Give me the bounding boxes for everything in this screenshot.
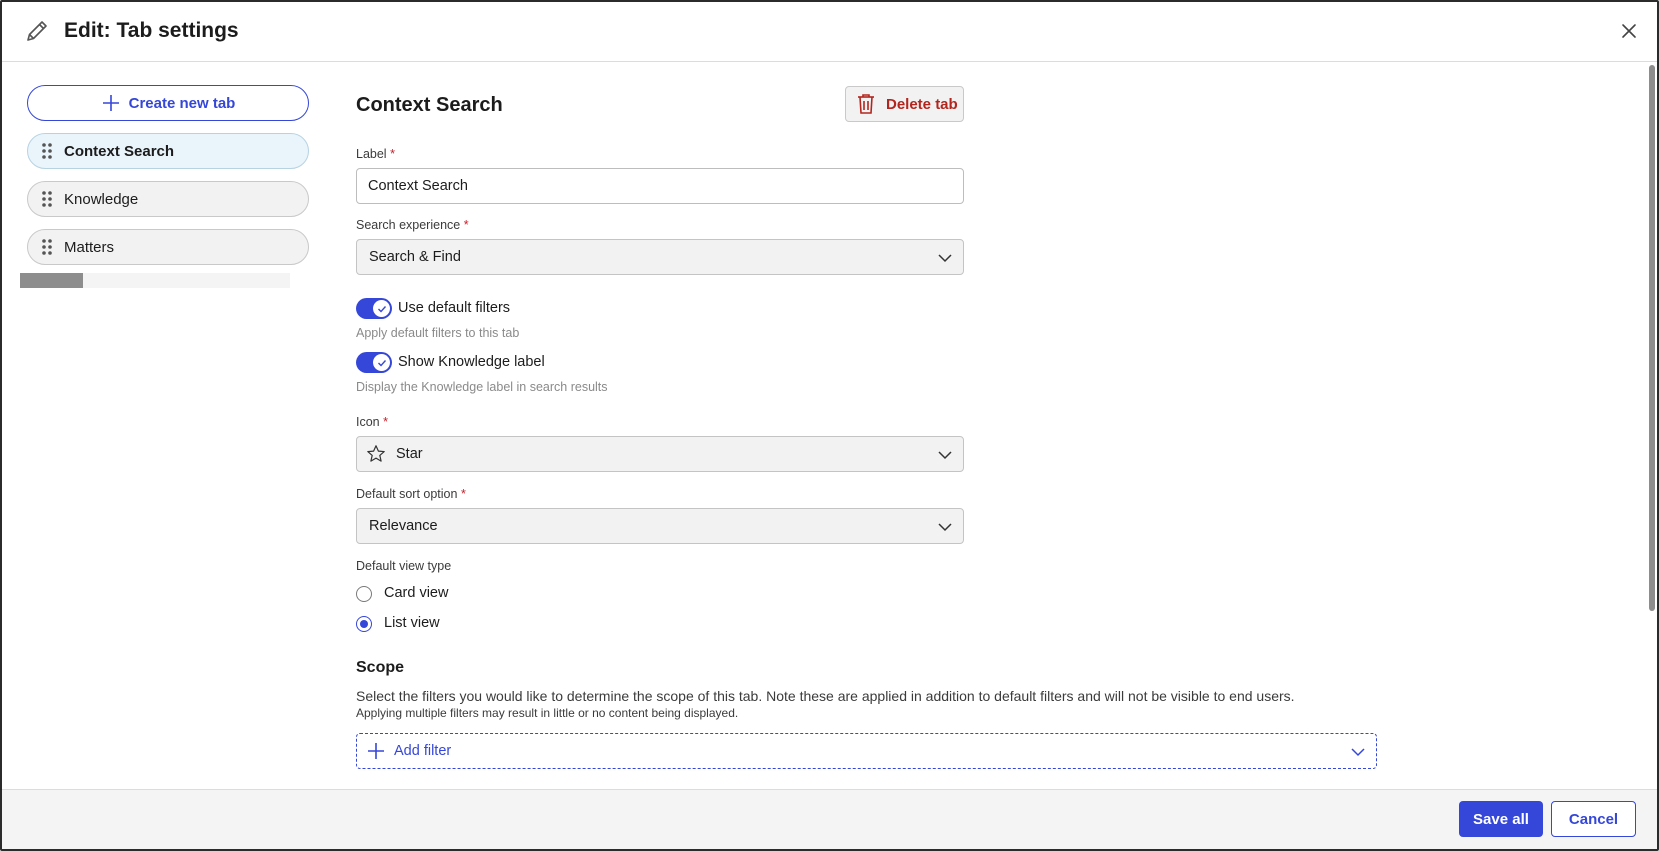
close-icon[interactable] (1618, 20, 1640, 42)
card-view-label: Card view (384, 585, 449, 601)
required-marker: * (390, 147, 395, 161)
tab-settings-dialog: Edit: Tab settings Create new tab Contex… (0, 0, 1659, 851)
add-filter-button[interactable]: Add filter (356, 733, 1377, 769)
label-input[interactable]: Context Search (356, 168, 964, 204)
show-knowledge-label-help: Display the Knowledge label in search re… (356, 380, 608, 394)
sidebar-item-label: Matters (64, 238, 115, 256)
drag-handle-icon[interactable] (41, 142, 53, 160)
sidebar-item-label: Context Search (64, 142, 175, 160)
create-new-tab-label: Create new tab (128, 94, 236, 112)
check-icon (377, 305, 386, 313)
list-view-label: List view (384, 615, 440, 631)
delete-tab-label: Delete tab (886, 95, 958, 113)
icon-select-value: Star (396, 446, 423, 462)
plus-icon (368, 743, 384, 759)
chevron-down-icon (938, 451, 952, 460)
required-marker: * (460, 487, 466, 501)
dialog-header: Edit: Tab settings (2, 2, 1657, 62)
label-field-label: Label * (356, 147, 395, 161)
drag-handle-icon[interactable] (41, 190, 53, 208)
sidebar-scrollbar-thumb[interactable] (20, 273, 83, 288)
drag-handle-icon[interactable] (41, 238, 53, 256)
check-icon (377, 359, 386, 367)
add-filter-label: Add filter (394, 743, 452, 759)
search-experience-select[interactable]: Search & Find (356, 239, 964, 275)
trash-icon (858, 94, 874, 114)
sidebar-item-knowledge[interactable]: Knowledge (27, 181, 309, 217)
content-scrollbar-thumb[interactable] (1649, 65, 1655, 611)
use-default-filters-help: Apply default filters to this tab (356, 326, 520, 340)
dialog-footer (2, 789, 1657, 849)
star-icon (367, 445, 385, 462)
chevron-down-icon (938, 523, 952, 532)
show-knowledge-label-label: Show Knowledge label (398, 354, 545, 370)
default-view-label: Default view type (356, 559, 452, 573)
scope-title: Scope (356, 659, 405, 676)
card-view-radio[interactable] (356, 586, 372, 602)
default-sort-select[interactable]: Relevance (356, 508, 964, 544)
scope-note: Applying multiple filters may result in … (356, 706, 739, 720)
chevron-down-icon (938, 254, 952, 263)
delete-tab-button[interactable]: Delete tab (845, 86, 964, 122)
default-sort-value: Relevance (369, 518, 438, 534)
list-view-radio[interactable] (356, 616, 372, 632)
use-default-filters-toggle[interactable] (356, 298, 392, 319)
required-marker: * (463, 218, 469, 232)
sidebar-item-context-search[interactable]: Context Search (27, 133, 309, 169)
pencil-icon (27, 21, 47, 41)
icon-field-label: Icon * (356, 415, 388, 429)
section-title: Context Search (356, 94, 503, 116)
required-marker: * (383, 415, 388, 429)
toggle-knob (373, 354, 390, 371)
use-default-filters-label: Use default filters (398, 300, 511, 316)
sidebar-item-label: Knowledge (64, 190, 139, 208)
search-experience-label: Search experience * (356, 218, 469, 232)
sidebar-item-matters[interactable]: Matters (27, 229, 309, 265)
search-experience-value: Search & Find (369, 249, 461, 265)
create-new-tab-button[interactable]: Create new tab (27, 85, 309, 121)
chevron-down-icon (1351, 748, 1365, 757)
save-all-button[interactable]: Save all (1459, 801, 1543, 837)
dialog-title: Edit: Tab settings (64, 19, 239, 42)
scope-description: Select the filters you would like to det… (356, 688, 1295, 704)
default-sort-label: Default sort option * (356, 487, 466, 501)
toggle-knob (373, 300, 390, 317)
icon-select[interactable]: Star (356, 436, 964, 472)
plus-icon (102, 95, 119, 111)
show-knowledge-label-toggle[interactable] (356, 352, 392, 373)
cancel-button[interactable]: Cancel (1551, 801, 1636, 837)
label-input-value: Context Search (368, 178, 468, 194)
